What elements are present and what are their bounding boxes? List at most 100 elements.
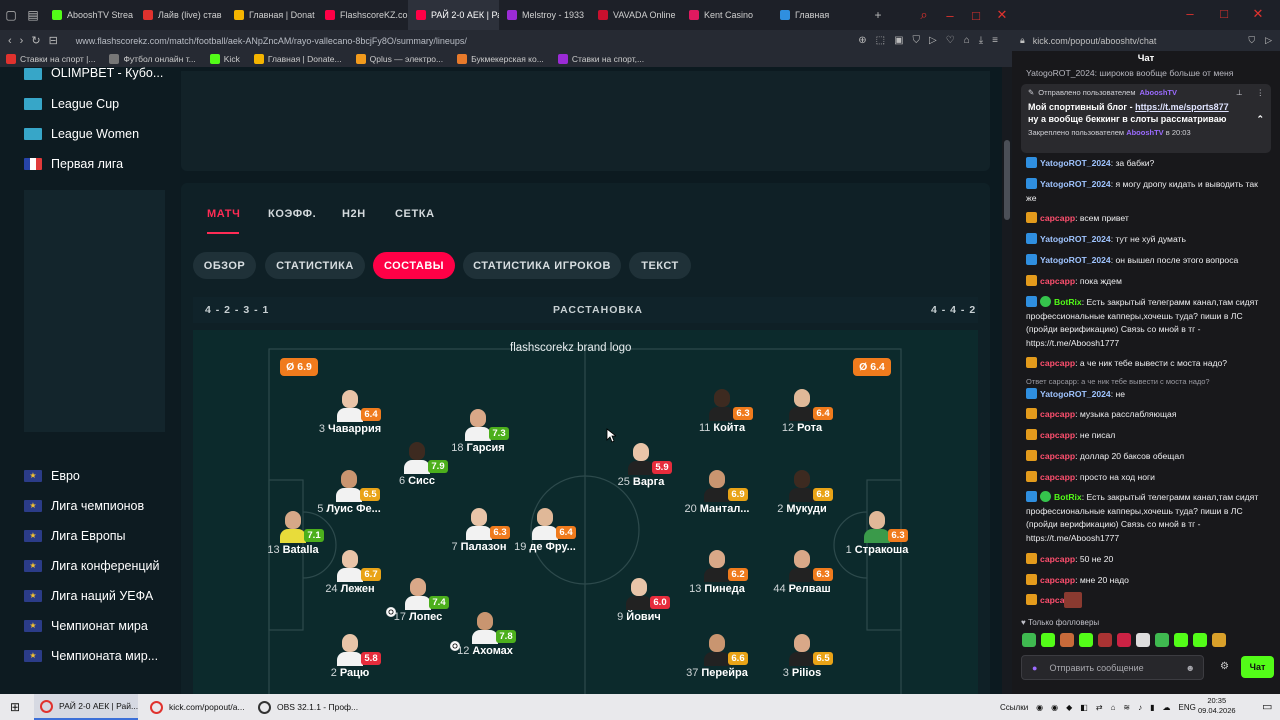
bookmark-heart-icon[interactable]: ♡ (946, 35, 955, 46)
shield-icon[interactable]: ⛉ (913, 35, 921, 46)
player-marker[interactable]: 6.9 20 Мантал... (672, 466, 762, 515)
tab-match[interactable]: МАТЧ (207, 208, 240, 220)
bookmark-item[interactable]: Ставки на спорт |... (6, 54, 95, 64)
subtab-player-statistics[interactable]: СТАТИСТИКА ИГРОКОВ (463, 252, 621, 279)
bookmark-item[interactable]: Главная | Donate... (253, 54, 342, 64)
sidebar-league-item[interactable]: League Cup (24, 97, 119, 111)
player-marker[interactable]: 5.8 2 Рацю (305, 630, 395, 679)
pinned-link[interactable]: https://t.me/sports877 (1135, 102, 1229, 112)
emote-icon[interactable] (1212, 633, 1226, 647)
tray-app-icon[interactable]: ⇄ (1096, 703, 1103, 712)
popup-minimize-icon[interactable]: – (1180, 6, 1200, 22)
close-icon[interactable]: ✕ (992, 7, 1012, 23)
sidebar-league-item[interactable]: ★ Чемпионат мира (24, 619, 148, 633)
pinned-author[interactable]: AbooshTV (1140, 88, 1178, 97)
chat-username[interactable]: сарсарр (1040, 472, 1075, 482)
clock[interactable]: 20:35 09.04.2026 (1198, 696, 1236, 716)
forward-icon[interactable]: › (20, 35, 24, 47)
emote-icon[interactable] (1098, 633, 1112, 647)
site-info-icon[interactable]: ⊟ (49, 34, 58, 47)
bookmark-item[interactable]: Букмекерская ко... (457, 54, 544, 64)
browser-tab[interactable]: Главная | Donat (226, 0, 317, 30)
back-icon[interactable]: ‹ (8, 35, 12, 47)
sidebar-league-item[interactable]: ★ Чемпионата мир... (24, 649, 158, 663)
popup-maximize-icon[interactable]: □ (1214, 6, 1234, 22)
settings-gear-icon[interactable]: ⚙ (1220, 661, 1229, 672)
chat-username[interactable]: YatogoROT_2024 (1040, 255, 1111, 265)
emote-icon[interactable] (1022, 633, 1036, 647)
popup-close-icon[interactable]: ✕ (1248, 6, 1268, 22)
chat-username[interactable]: BotRix (1054, 492, 1082, 502)
start-icon[interactable]: ⊞ (10, 694, 20, 720)
chat-username[interactable]: YatogoROT_2024 (1040, 389, 1111, 399)
send-icon[interactable]: ▷ (1265, 35, 1272, 46)
play-icon[interactable]: ▷ (929, 35, 937, 46)
sidebar-league-item[interactable]: ★ Лига конференций (24, 559, 160, 573)
scrollbar-thumb[interactable] (1004, 140, 1010, 220)
notifications-icon[interactable]: ▭ (1262, 700, 1272, 713)
player-marker[interactable]: 6.2 13 Пинеда (672, 546, 762, 595)
chat-username[interactable]: сарсарр (1040, 358, 1075, 368)
snapshot-icon[interactable]: ▣ (894, 35, 903, 46)
tray-app-icon[interactable]: ◉ (1051, 703, 1058, 712)
collapse-chevron-icon[interactable]: ⌃ (1256, 113, 1264, 125)
player-marker[interactable]: 6.4 3 Чаваррия (305, 386, 395, 435)
bookmark-item[interactable]: Футбол онлайн т... (109, 54, 196, 64)
chat-username[interactable]: сарсарр (1040, 276, 1075, 286)
popup-url-text[interactable]: kick.com/popout/abooshtv/chat (1033, 36, 1157, 46)
download-icon[interactable]: ⤓ (979, 35, 983, 46)
bookmark-item[interactable]: Kick (209, 54, 240, 64)
chat-username[interactable]: сарсарр (1040, 554, 1075, 564)
player-marker[interactable]: 6.3 11 Койта (677, 385, 767, 434)
sidebar-league-item[interactable]: OLIMPBET - Кубо... (24, 67, 163, 80)
tray-app-icon[interactable]: ▮ (1150, 703, 1154, 712)
emote-icon[interactable] (1174, 633, 1188, 647)
taskbar-app[interactable]: OBS 32.1.1 - Проф... (252, 694, 358, 720)
emote-icon[interactable] (1060, 633, 1074, 647)
pinned-by-user[interactable]: AbooshTV (1126, 128, 1164, 137)
emote-icon[interactable] (1079, 633, 1093, 647)
browser-tab[interactable]: Melstroy - 1933 (499, 0, 590, 30)
minimize-icon[interactable]: – (940, 8, 960, 23)
browser-tab[interactable]: Лайв (live) став (135, 0, 226, 30)
wallet-icon[interactable]: ⌂ (964, 35, 970, 46)
chat-username[interactable]: BotRix (1054, 297, 1082, 307)
tray-app-icon[interactable]: ⌂ (1111, 703, 1116, 712)
player-marker[interactable]: 6.3 44 Релваш (757, 546, 847, 595)
wifi-icon[interactable]: ≋ (1123, 703, 1130, 712)
screenshot-icon[interactable]: ⬚ (876, 35, 885, 46)
chat-username[interactable]: сарсарр (1040, 409, 1075, 419)
search-icon[interactable]: ⌕ (914, 7, 934, 23)
sidebar-toggle-icon[interactable]: ▢ (0, 4, 22, 26)
player-marker[interactable]: 6.0 9 Йович (594, 574, 684, 623)
chat-message-input[interactable]: ● Отправить сообщение ☻ (1021, 655, 1204, 680)
browser-tab[interactable]: Kent Casino (681, 0, 772, 30)
browser-tab[interactable]: Главная (772, 0, 863, 30)
tray-app-icon[interactable]: ◧ (1080, 703, 1088, 712)
subtab-lineups[interactable]: СОСТАВЫ (373, 252, 455, 279)
chat-username[interactable]: YatogoROT_2024 (1040, 158, 1111, 168)
sidebar-league-item[interactable]: ★ Лига Европы (24, 529, 126, 543)
unpin-icon[interactable]: ⊥ (1236, 88, 1243, 97)
player-marker[interactable]: 6.4 12 Рота (757, 385, 847, 434)
player-marker[interactable]: 6.4 19 де Фру... (500, 504, 590, 553)
tab-odds[interactable]: КОЭФФ. (268, 208, 316, 220)
sidebar-league-item[interactable]: ★ Лига наций УЕФА (24, 589, 153, 603)
browser-tab[interactable]: AbooshTV Strea (44, 0, 135, 30)
tray-app-icon[interactable]: ◉ (1036, 703, 1043, 712)
menu-icon[interactable]: ≡ (992, 35, 998, 46)
tab-grid-icon[interactable]: ▤ (22, 4, 44, 26)
language-indicator[interactable]: ENG (1179, 703, 1196, 712)
more-icon[interactable]: ⋮ (1257, 88, 1265, 97)
bookmark-item[interactable]: Qplus — электро... (355, 54, 443, 64)
sidebar-league-item[interactable]: League Women (24, 127, 139, 141)
emote-icon[interactable] (1136, 633, 1150, 647)
chat-username[interactable]: сарсарр (1040, 430, 1075, 440)
chat-username[interactable]: YatogoROT_2024 (1040, 179, 1111, 189)
chat-username[interactable]: сарсарр (1040, 451, 1075, 461)
url-input[interactable]: www.flashscorekz.com/match/football/aek-… (76, 36, 467, 46)
shield-icon[interactable]: ⛉ (1248, 35, 1255, 46)
player-marker[interactable]: 6.5 3 Pilios (757, 630, 847, 679)
player-marker[interactable]: 6.6 37 Перейра (672, 630, 762, 679)
sidebar-league-item[interactable]: ★ Лига чемпионов (24, 499, 144, 513)
